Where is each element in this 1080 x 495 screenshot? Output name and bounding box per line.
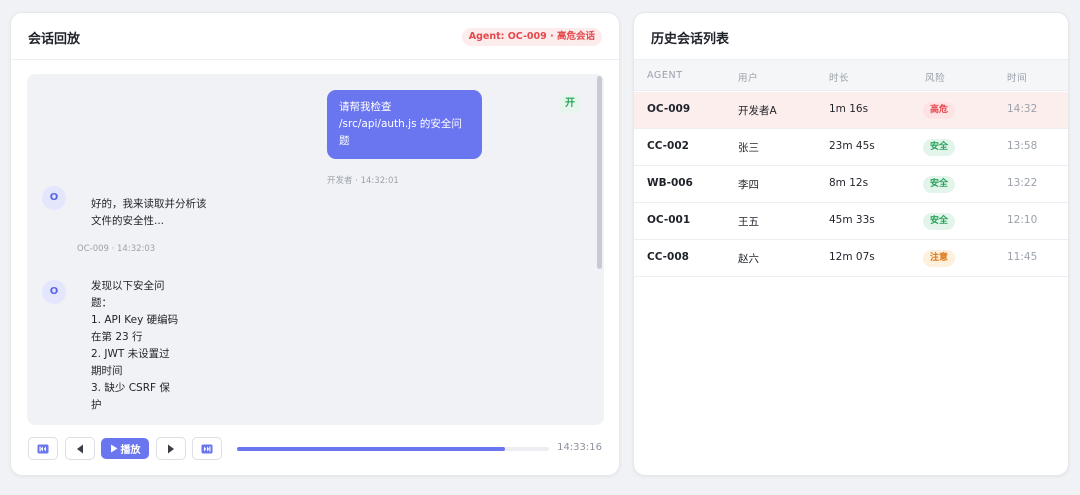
- history-title: 历史会话列表: [651, 32, 730, 47]
- playback-time: 14:33:16: [557, 442, 602, 453]
- user-message-meta: 开发者 · 14:32:01: [327, 176, 399, 186]
- skip-to-end-button[interactable]: [192, 437, 222, 460]
- cell-user: 李四: [738, 179, 759, 191]
- playback-progress-fill: [237, 447, 506, 451]
- cell-time: 13:22: [1007, 177, 1038, 189]
- cell-agent: WB-006: [647, 177, 693, 189]
- table-row[interactable]: OC-001 王五 45m 33s 安全 12:10: [634, 203, 1068, 240]
- column-header-time: 时间: [1007, 73, 1028, 84]
- column-header-duration: 时长: [829, 73, 850, 84]
- cell-agent: OC-001: [647, 214, 691, 226]
- cell-duration: 23m 45s: [829, 140, 875, 152]
- risk-badge: 安全: [923, 139, 956, 156]
- chat-scrollbar[interactable]: [597, 76, 602, 423]
- cell-time: 12:10: [1007, 214, 1038, 226]
- agent-avatar: O: [42, 280, 66, 304]
- play-button[interactable]: 播放: [101, 438, 149, 459]
- risk-badge: 注意: [923, 250, 956, 267]
- agent-message: 发现以下安全问 题： 1. API Key 硬编码 在第 23 行 2. JWT…: [91, 280, 179, 411]
- column-header-agent: AGENT: [647, 70, 683, 81]
- skip-to-start-icon: [37, 444, 49, 453]
- play-icon: [110, 444, 117, 453]
- agent-avatar: O: [42, 186, 66, 210]
- risk-badge: 安全: [923, 213, 956, 230]
- cell-time: 13:58: [1007, 140, 1038, 152]
- high-risk-badge: Agent: OC-009 · 高危会话: [461, 28, 602, 46]
- cell-duration: 45m 33s: [829, 214, 875, 226]
- agent-message-meta: OC-009 · 14:32:03: [77, 244, 156, 254]
- table-row[interactable]: WB-006 李四 8m 12s 安全 13:22: [634, 166, 1068, 203]
- replay-title: 会话回放: [28, 32, 81, 47]
- column-header-risk: 风险: [925, 73, 946, 84]
- history-header: 历史会话列表: [634, 13, 1068, 60]
- cell-agent: CC-008: [647, 251, 689, 263]
- cell-agent: OC-009: [647, 103, 691, 115]
- chat-transcript[interactable]: 请帮我检查 /src/api/auth.js 的安全问题 开发者 · 14:32…: [27, 74, 604, 425]
- user-message-bubble: 请帮我检查 /src/api/auth.js 的安全问题: [327, 90, 482, 159]
- cell-duration: 8m 12s: [829, 177, 869, 189]
- skip-to-end-icon: [201, 444, 213, 453]
- step-back-icon: [77, 444, 83, 453]
- playback-progress-bar[interactable]: [237, 447, 549, 451]
- table-header: AGENT 用户 时长 风险 时间: [634, 60, 1068, 91]
- session-replay-panel: 会话回放 Agent: OC-009 · 高危会话 请帮我检查 /src/api…: [10, 12, 620, 476]
- step-back-button[interactable]: [65, 437, 95, 460]
- chat-scrollbar-thumb[interactable]: [597, 76, 602, 269]
- cell-duration: 12m 07s: [829, 251, 875, 263]
- table-row[interactable]: CC-008 赵六 12m 07s 注意 11:45: [634, 240, 1068, 277]
- cell-duration: 1m 16s: [829, 103, 869, 115]
- replay-header: 会话回放 Agent: OC-009 · 高危会话: [11, 13, 619, 60]
- agent-message: 好的，我来读取并分析该 文件的安全性...: [91, 198, 207, 227]
- play-button-label: 播放: [120, 445, 141, 456]
- column-header-user: 用户: [738, 73, 759, 84]
- step-forward-icon: [168, 444, 174, 453]
- risk-badge: 高危: [923, 102, 956, 119]
- skip-to-start-button[interactable]: [28, 437, 58, 460]
- cell-agent: CC-002: [647, 140, 689, 152]
- status-tag: 开: [560, 95, 580, 113]
- session-history-panel: 历史会话列表 AGENT 用户 时长 风险 时间 OC-009 开发者A 1m 16…: [633, 12, 1069, 476]
- cell-user: 赵六: [738, 253, 759, 265]
- cell-user: 开发者A: [738, 105, 777, 117]
- table-row[interactable]: CC-002 张三 23m 45s 安全 13:58: [634, 129, 1068, 166]
- cell-time: 11:45: [1007, 251, 1038, 263]
- cell-user: 王五: [738, 216, 759, 228]
- cell-time: 14:32: [1007, 103, 1038, 115]
- step-forward-button[interactable]: [156, 437, 186, 460]
- risk-badge: 安全: [923, 176, 956, 193]
- table-row[interactable]: OC-009 开发者A 1m 16s 高危 14:32: [634, 92, 1068, 129]
- cell-user: 张三: [738, 142, 759, 154]
